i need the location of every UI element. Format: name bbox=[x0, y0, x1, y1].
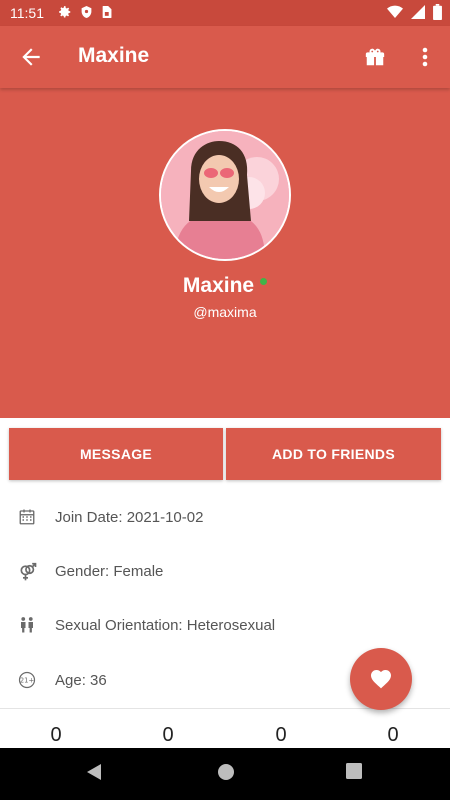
battery-icon bbox=[433, 4, 442, 25]
message-button[interactable]: MESSAGE bbox=[9, 428, 223, 480]
shield-icon bbox=[80, 5, 93, 24]
status-bar: 11:51 bbox=[0, 0, 450, 26]
recents-square-icon[interactable] bbox=[345, 762, 363, 785]
status-time: 11:51 bbox=[10, 5, 44, 21]
stat-value[interactable]: 0 bbox=[36, 724, 76, 747]
home-circle-icon[interactable] bbox=[216, 762, 236, 787]
gift-icon[interactable] bbox=[364, 46, 386, 68]
stat-value[interactable]: 0 bbox=[373, 724, 413, 747]
like-fab-button[interactable] bbox=[350, 648, 412, 710]
age-text: Age: 36 bbox=[55, 672, 107, 689]
gender-text: Gender: Female bbox=[55, 563, 164, 580]
profile-name: Maxine bbox=[182, 274, 255, 297]
back-triangle-icon[interactable] bbox=[85, 762, 103, 787]
gender-icon bbox=[18, 562, 38, 582]
app-bar: Maxine bbox=[0, 26, 450, 88]
svg-text:21+: 21+ bbox=[20, 677, 34, 685]
people-icon bbox=[18, 616, 38, 636]
stat-value[interactable]: 0 bbox=[261, 724, 301, 747]
profile-name-row: Maxine bbox=[0, 274, 450, 298]
join-date-text: Join Date: 2021-10-02 bbox=[55, 509, 204, 526]
stat-value[interactable]: 0 bbox=[148, 724, 188, 747]
online-status-dot bbox=[260, 277, 268, 285]
wifi-icon bbox=[387, 5, 403, 24]
system-nav-bar bbox=[0, 748, 450, 800]
page-title: Maxine bbox=[78, 44, 150, 67]
info-row-gender: Gender: Female bbox=[0, 552, 450, 592]
info-row-join-date: Join Date: 2021-10-02 bbox=[0, 498, 450, 538]
gear-icon bbox=[58, 5, 72, 24]
age-icon: 21+ bbox=[18, 671, 38, 691]
more-vert-icon[interactable] bbox=[415, 45, 435, 69]
avatar[interactable] bbox=[159, 129, 291, 261]
info-row-orientation: Sexual Orientation: Heterosexual bbox=[0, 606, 450, 646]
sim-card-icon bbox=[101, 5, 112, 24]
profile-handle: @maxima bbox=[193, 304, 257, 320]
back-arrow-icon[interactable] bbox=[18, 44, 44, 70]
stats-row: 0 0 0 0 bbox=[0, 724, 450, 748]
orientation-text: Sexual Orientation: Heterosexual bbox=[55, 617, 276, 634]
signal-icon bbox=[411, 5, 425, 24]
calendar-icon bbox=[18, 508, 38, 528]
add-to-friends-button[interactable]: ADD TO FRIENDS bbox=[226, 428, 441, 480]
profile-header: Maxine @maxima bbox=[0, 88, 450, 418]
